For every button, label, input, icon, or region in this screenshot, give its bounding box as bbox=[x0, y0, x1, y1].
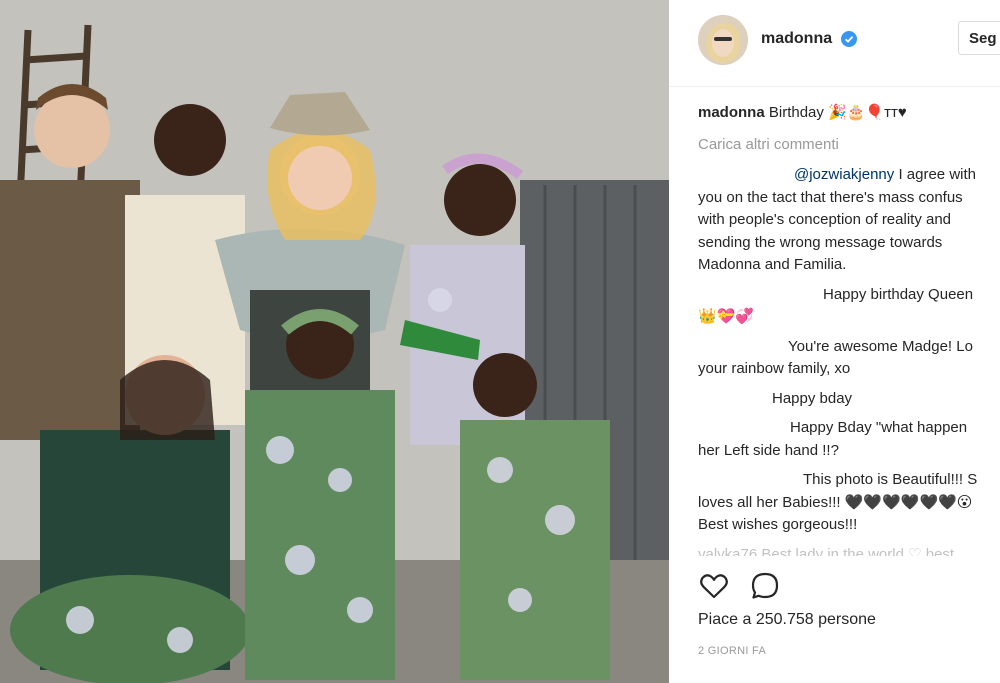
comment-text: This photo is Beautiful!!! S bbox=[803, 471, 978, 488]
post-actions bbox=[698, 570, 998, 602]
post-caption: madonna Birthday 🎉🎂🎈тт♥ bbox=[698, 102, 1000, 125]
post-side-panel: madonna Seg madonna Birthday 🎉🎂🎈тт♥ Cari… bbox=[669, 0, 1000, 683]
comment-text: sending the wrong message towards bbox=[698, 233, 943, 251]
comment-bubble-icon[interactable] bbox=[749, 570, 781, 602]
comment-text: Happy birthday Queen bbox=[823, 285, 974, 303]
comment-text: Madonna and Familia. bbox=[698, 256, 847, 273]
verified-badge-icon bbox=[841, 31, 857, 47]
avatar[interactable] bbox=[698, 15, 748, 65]
comment-text: Happy bday bbox=[772, 389, 853, 407]
comment-item: valyka76 Best lady in the world ♡ best bbox=[698, 544, 1000, 557]
comment-item: This photo is Beautiful!!! S loves all h… bbox=[698, 469, 1000, 537]
comment-text: you on the tact that there's mass confus bbox=[698, 188, 963, 206]
caption-text: Birthday 🎉🎂🎈тт♥ bbox=[768, 104, 907, 121]
caption-username[interactable]: madonna bbox=[698, 104, 765, 121]
comment-item: @jozwiakjenny I agree with you on the ta… bbox=[698, 164, 1000, 277]
comment-text: your rainbow family, xo bbox=[698, 360, 851, 377]
comment-text: Best wishes gorgeous!!! bbox=[698, 516, 858, 533]
post-header: madonna Seg bbox=[669, 0, 1000, 87]
family-photo-illustration bbox=[0, 0, 669, 683]
post-photo bbox=[0, 0, 669, 683]
post-timestamp[interactable]: 2 GIORNI FA bbox=[698, 645, 766, 657]
comment-text: Happy Bday "what happen bbox=[790, 419, 968, 436]
comment-item: Happy Bday "what happen her Left side ha… bbox=[698, 417, 1000, 462]
comment-text: valyka76 Best lady in the world ♡ best bbox=[698, 545, 955, 557]
comment-item: Happy bday bbox=[698, 388, 1000, 411]
comment-text: with people's conception of reality and bbox=[698, 211, 952, 228]
comment-text: You're awesome Madge! Lo bbox=[788, 337, 973, 355]
comments-list: madonna Birthday 🎉🎂🎈тт♥ Carica altri com… bbox=[698, 102, 1000, 556]
comment-text: I agree with bbox=[898, 166, 976, 183]
comment-text: loves all her Babies!!! 🖤🖤🖤🖤🖤🖤😮 bbox=[698, 493, 973, 511]
comment-text: her Left side hand !!? bbox=[698, 441, 839, 459]
follow-button[interactable]: Seg bbox=[958, 21, 1000, 55]
comment-item: Happy birthday Queen 👑💝💞 bbox=[698, 284, 1000, 329]
likes-count[interactable]: Piace a 250.758 persone bbox=[698, 611, 876, 629]
avatar-image bbox=[698, 15, 748, 65]
comment-item: You're awesome Madge! Lo your rainbow fa… bbox=[698, 336, 1000, 381]
comment-text: 👑💝💞 bbox=[698, 308, 755, 325]
heart-icon[interactable] bbox=[698, 570, 730, 602]
header-username[interactable]: madonna bbox=[761, 30, 832, 48]
load-more-comments-link[interactable]: Carica altri commenti bbox=[698, 134, 1000, 157]
comment-mention[interactable]: @jozwiakjenny bbox=[794, 166, 894, 183]
